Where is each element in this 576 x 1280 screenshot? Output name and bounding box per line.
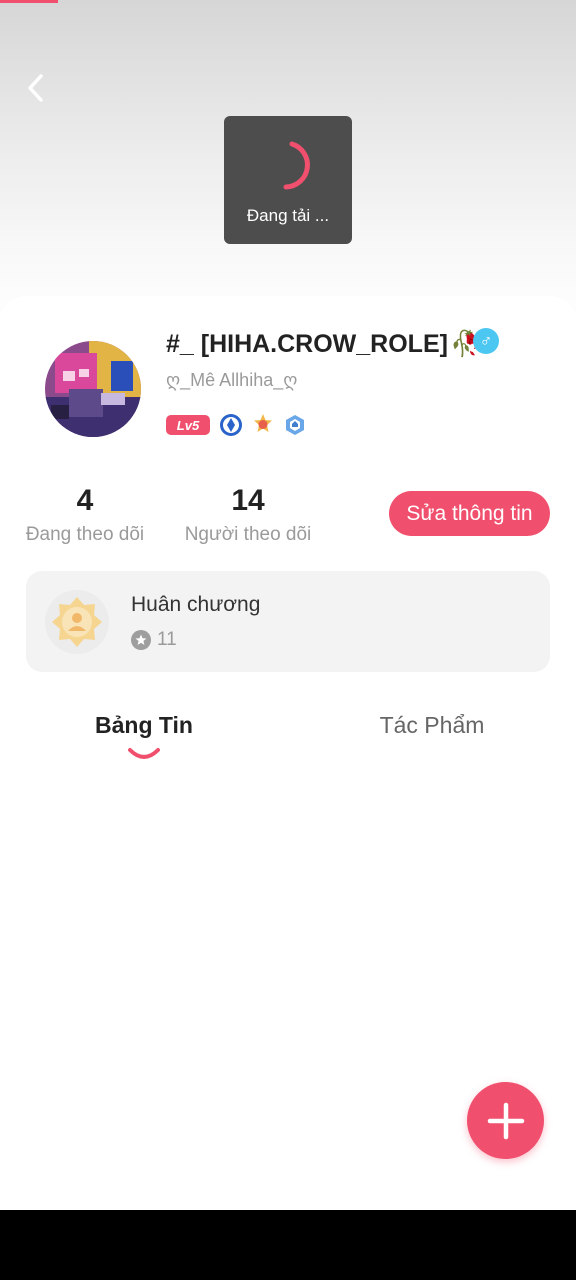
male-gender-icon: ♂	[473, 328, 499, 354]
following-label: Đang theo dõi	[25, 524, 145, 545]
username-text: #_ [HIHA.CROW_ROLE]	[166, 329, 448, 358]
loading-text: Đang tải ...	[246, 206, 330, 225]
page-progress-bar	[0, 0, 58, 3]
following-stat[interactable]: 4 Đang theo dõi	[0, 482, 170, 546]
plus-icon	[487, 1102, 524, 1139]
followers-stat[interactable]: 14 Người theo dõi	[163, 482, 333, 546]
tab-works[interactable]: Tác Phẩm	[332, 712, 532, 739]
loading-spinner-icon	[283, 141, 310, 190]
shield-badge-icon[interactable]	[282, 412, 308, 438]
medal-badge-icon[interactable]	[250, 412, 276, 438]
medals-title: Huân chương	[131, 593, 261, 616]
following-count: 4	[76, 484, 94, 517]
profile-username: #_ [HIHA.CROW_ROLE] 🥀	[166, 326, 481, 362]
edit-profile-button[interactable]: Sửa thông tin	[389, 491, 550, 536]
system-navigation-bar	[0, 1210, 576, 1280]
back-button[interactable]	[18, 70, 54, 106]
followers-label: Người theo dõi	[184, 524, 312, 545]
medal-icon	[44, 589, 110, 655]
tab-feed[interactable]: Bảng Tin	[44, 712, 244, 739]
active-tab-indicator	[128, 748, 160, 759]
medals-card[interactable]: Huân chương 11	[26, 571, 550, 672]
level-badge[interactable]: Lv5	[166, 415, 210, 435]
profile-subname: ღ_Mê Allhiha_ღ	[166, 370, 298, 390]
create-post-button[interactable]	[467, 1082, 544, 1159]
star-icon	[131, 630, 151, 650]
diamond-badge-icon[interactable]	[218, 412, 244, 438]
avatar-image	[45, 341, 141, 437]
badge-row: Lv5	[166, 412, 314, 438]
medals-count: 11	[157, 629, 177, 650]
medals-count-row: 11	[131, 629, 177, 651]
chevron-left-icon	[28, 74, 43, 102]
loading-toast: Đang tải ...	[224, 116, 352, 244]
avatar[interactable]	[45, 341, 141, 437]
followers-count: 14	[231, 484, 265, 517]
